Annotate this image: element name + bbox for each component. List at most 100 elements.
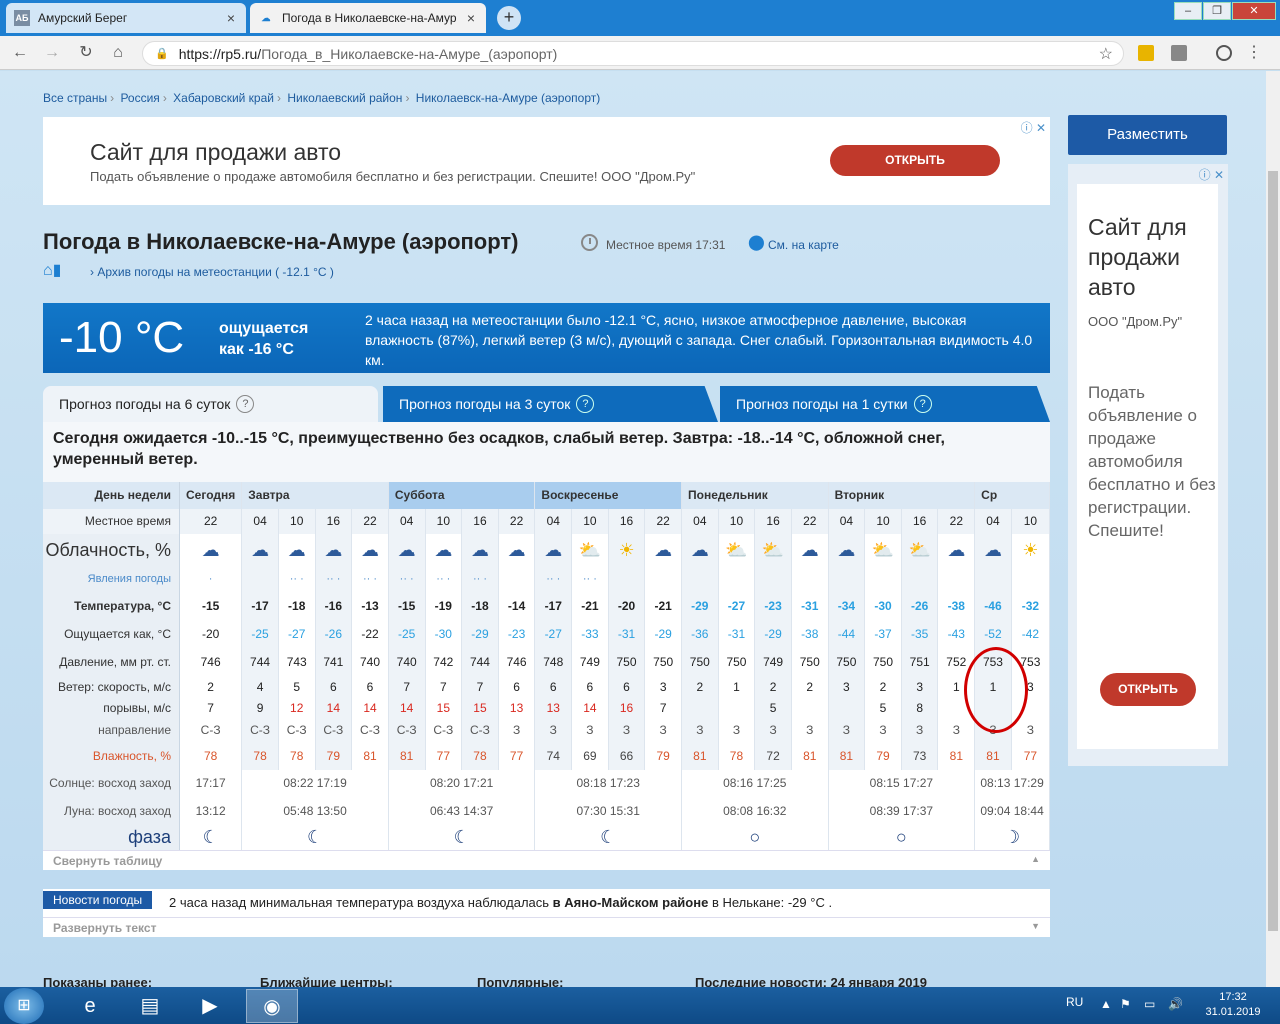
collapse-table-link[interactable]: Свернуть таблицу ▲ bbox=[43, 850, 1050, 870]
ad-banner[interactable]: ⓘ ✕ Сайт для продажи авто Подать объявле… bbox=[43, 117, 1050, 205]
breadcrumb-item[interactable]: Хабаровский край bbox=[173, 91, 274, 105]
w3-cell: С-З bbox=[461, 719, 499, 742]
w3-cell: З bbox=[791, 719, 829, 742]
ad-info-close-icon[interactable]: ⓘ ✕ bbox=[1021, 119, 1046, 136]
help-icon[interactable]: ? bbox=[913, 395, 932, 413]
breadcrumb-item[interactable]: Россия bbox=[120, 91, 159, 105]
tab-1-day[interactable]: Прогноз погоды на 1 сутки? bbox=[720, 386, 1050, 422]
tab-6-days[interactable]: Прогноз погоды на 6 суток? bbox=[43, 386, 378, 422]
map-link[interactable]: См. на карте bbox=[768, 238, 839, 252]
media-player-icon[interactable]: ▶ bbox=[184, 989, 236, 1023]
tab-3-days[interactable]: Прогноз погоды на 3 суток? bbox=[383, 386, 718, 422]
table-row: Температура, °C -15 -17 -18 -16 -13 -15 -19 -18-… bbox=[43, 592, 1051, 621]
f-cell: -25 bbox=[388, 620, 426, 648]
forward-icon[interactable]: → bbox=[42, 43, 62, 63]
w3-cell: З bbox=[608, 719, 646, 742]
w1-cell: 3 bbox=[901, 675, 939, 698]
day-header[interactable]: Вторник bbox=[828, 482, 976, 509]
system-clock[interactable]: 17:32 31.01.2019 bbox=[1196, 990, 1270, 1020]
browser-toolbar: ← → ↻ ⌂ 🔒 https://rp5.ru/ Погода_в_Никол… bbox=[0, 36, 1280, 70]
back-icon[interactable]: ← bbox=[10, 43, 30, 63]
moon-cell: 07:30 15:31 bbox=[534, 797, 682, 826]
tray-up-icon[interactable]: ▲ bbox=[1100, 997, 1112, 1011]
expand-text-link[interactable]: Развернуть текст ▼ bbox=[43, 917, 1050, 937]
w1-cell: 6 bbox=[608, 675, 646, 698]
sun-cell: 08:13 17:29 bbox=[974, 769, 1050, 798]
vertical-scrollbar[interactable] bbox=[1266, 71, 1280, 987]
side-ad[interactable]: ⓘ ✕ Сайт для продажи авто ООО "Дром.Ру" … bbox=[1068, 164, 1228, 766]
sun-cell: 08:18 17:23 bbox=[534, 769, 682, 798]
t-cell: -17 bbox=[241, 592, 279, 621]
breadcrumb-item[interactable]: Николаевский район bbox=[287, 91, 402, 105]
f-cell: -38 bbox=[791, 620, 829, 648]
station-icon[interactable]: ⌂▮ bbox=[43, 260, 87, 280]
day-header[interactable]: Сегодня bbox=[179, 482, 243, 509]
close-tab-icon[interactable]: × bbox=[464, 10, 478, 26]
hum-cell: 77 bbox=[1011, 741, 1051, 770]
help-icon[interactable]: ? bbox=[236, 395, 255, 413]
t-cell: -15 bbox=[179, 592, 243, 621]
action-center-icon[interactable]: ▭ bbox=[1144, 997, 1155, 1011]
language-indicator[interactable]: RU bbox=[1066, 995, 1083, 1009]
breadcrumb-item[interactable]: Все страны bbox=[43, 91, 107, 105]
t-cell: -21 bbox=[571, 592, 609, 621]
p-cell: 741 bbox=[315, 647, 353, 676]
extension-icon[interactable] bbox=[1171, 45, 1187, 61]
profile-icon[interactable] bbox=[1216, 45, 1232, 61]
phen-cell bbox=[681, 566, 719, 593]
w1-cell: 2 bbox=[754, 675, 792, 698]
phase-cell: ☾ bbox=[388, 825, 536, 850]
phen-cell bbox=[718, 566, 756, 593]
phen-cell bbox=[791, 566, 829, 593]
times-cell: 04 bbox=[828, 508, 866, 534]
maximize-button[interactable]: ❐ bbox=[1203, 2, 1231, 20]
archive-link[interactable]: › Архив погоды на метеостанции ( -12.1 °… bbox=[90, 265, 334, 279]
table-row: Влажность, % 78 78 78 79 81 81 77 78 77 74 69 66 79 81… bbox=[43, 741, 1051, 770]
home-icon[interactable]: ⌂ bbox=[108, 43, 128, 63]
minimize-button[interactable]: – bbox=[1174, 2, 1202, 20]
bookmark-star-icon[interactable]: ☆ bbox=[1099, 44, 1113, 64]
help-icon[interactable]: ? bbox=[576, 395, 595, 413]
w3-cell: З bbox=[864, 719, 902, 742]
day-header[interactable]: Завтра bbox=[241, 482, 389, 509]
close-tab-icon[interactable]: × bbox=[224, 10, 238, 26]
browser-tab[interactable]: АБ Амурский Берег × bbox=[6, 3, 246, 33]
explorer-icon[interactable]: ▤ bbox=[124, 989, 176, 1023]
day-header[interactable]: Понедельник bbox=[681, 482, 829, 509]
menu-icon[interactable]: ⋮ bbox=[1244, 43, 1264, 63]
times-cell: 10 bbox=[1011, 508, 1051, 534]
place-ad-button[interactable]: Разместить bbox=[1068, 115, 1227, 155]
extension-icon[interactable] bbox=[1138, 45, 1154, 61]
side-ad-open-button[interactable]: ОТКРЫТЬ bbox=[1100, 673, 1196, 706]
browser-tab-active[interactable]: ☁ Погода в Николаевске-на-Амур × bbox=[250, 3, 486, 33]
map-pin-icon[interactable]: ⬤ bbox=[748, 233, 765, 251]
new-tab-button[interactable]: + bbox=[497, 6, 521, 30]
ad-open-button[interactable]: ОТКРЫТЬ bbox=[830, 145, 1000, 176]
row-label: Ощущается как, °C bbox=[43, 620, 181, 648]
network-icon[interactable]: ⚑ bbox=[1120, 997, 1131, 1011]
page-title: Погода в Николаевске-на-Амуре (аэропорт) bbox=[43, 229, 519, 254]
sun-cell: 17:17 bbox=[179, 769, 243, 798]
day-header[interactable]: Воскресенье bbox=[534, 482, 682, 509]
close-window-button[interactable]: ✕ bbox=[1232, 2, 1276, 20]
start-button[interactable]: ⊞ bbox=[4, 988, 44, 1024]
sun-cell: 08:20 17:21 bbox=[388, 769, 536, 798]
day-header[interactable]: Ср bbox=[974, 482, 1050, 509]
address-bar[interactable]: 🔒 https://rp5.ru/ Погода_в_Николаевске-н… bbox=[142, 41, 1124, 66]
volume-icon[interactable]: 🔊 bbox=[1168, 997, 1183, 1011]
table-row: направление С-З С-З С-З С-З С-З С-З С-З С-З З З З З З… bbox=[43, 719, 1051, 742]
ie-icon[interactable]: e bbox=[64, 989, 116, 1023]
phen-cell: ·· · bbox=[351, 566, 389, 593]
table-row: Луна: восход заход 13:12 05:48 13:50 06:43 … bbox=[43, 797, 1050, 826]
w2-cell: 14 bbox=[388, 697, 426, 720]
sky-cell: ☁ bbox=[351, 533, 389, 567]
weather-news: Новости погоды 2 часа назад минимальная … bbox=[43, 889, 1050, 917]
day-header[interactable]: Суббота bbox=[388, 482, 536, 509]
chrome-icon[interactable]: ◉ bbox=[246, 989, 298, 1023]
ad-info-close-icon[interactable]: ⓘ ✕ bbox=[1199, 166, 1224, 183]
reload-icon[interactable]: ↻ bbox=[76, 43, 96, 63]
breadcrumb-item[interactable]: Николаевск-на-Амуре (аэропорт) bbox=[416, 91, 600, 105]
w2-cell: 7 bbox=[179, 697, 243, 720]
w3-cell: С-З bbox=[388, 719, 426, 742]
w2-cell: 14 bbox=[571, 697, 609, 720]
